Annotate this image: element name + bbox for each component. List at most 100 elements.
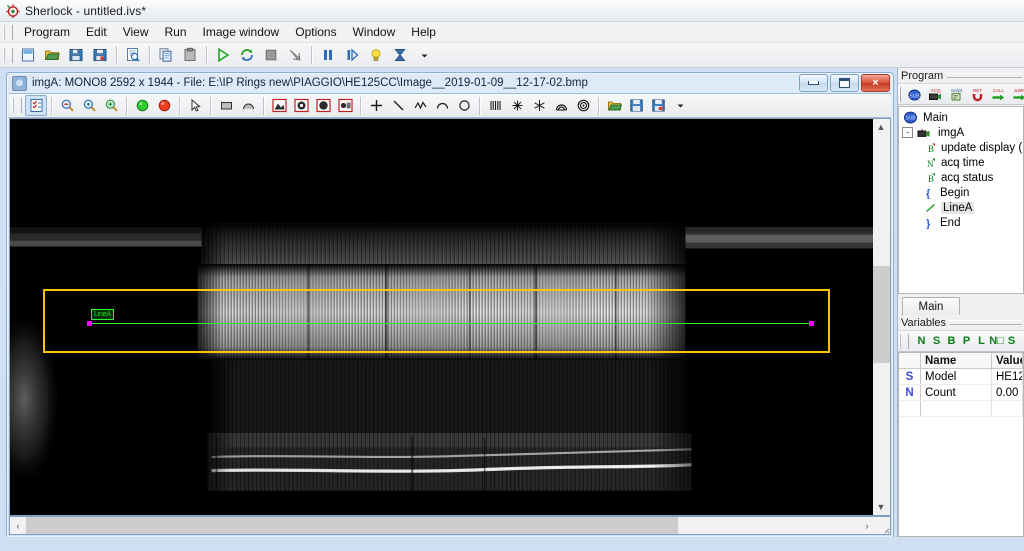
toolbar-dropdown-arrow[interactable] xyxy=(412,44,436,67)
line-a-start-handle[interactable] xyxy=(87,321,92,326)
pointer-select-icon[interactable] xyxy=(184,95,206,116)
script-icon[interactable]: Script xyxy=(946,84,967,104)
circle-tool-icon[interactable] xyxy=(453,95,475,116)
pause-icon[interactable] xyxy=(316,44,340,67)
variables-toolbar-grip[interactable] xyxy=(899,334,909,349)
tree-node-main[interactable]: SUB Main xyxy=(899,110,1023,125)
add-line-variable-button[interactable]: L xyxy=(974,335,989,347)
horizontal-scroll-thumb[interactable] xyxy=(26,517,678,534)
canvas-vertical-scrollbar[interactable]: ▲ ▼ xyxy=(873,118,891,516)
add-string-variable-button[interactable]: S xyxy=(929,335,944,347)
close-button[interactable]: × xyxy=(861,74,890,92)
image-toolbar-grip[interactable] xyxy=(12,98,22,113)
roi-rectangle[interactable] xyxy=(43,289,830,353)
spoke-tool-icon[interactable] xyxy=(506,95,528,116)
rake-tool-icon[interactable] xyxy=(484,95,506,116)
print-preview-icon[interactable] xyxy=(121,44,145,67)
tree-node-linea[interactable]: LineA xyxy=(899,200,1023,215)
concentric-circle-tool-icon[interactable] xyxy=(572,95,594,116)
row-name-cell[interactable] xyxy=(921,401,992,416)
rectangle-roi-icon[interactable] xyxy=(215,95,237,116)
green-status-icon[interactable] xyxy=(131,95,153,116)
menu-view[interactable]: View xyxy=(115,23,157,41)
line-tool-icon[interactable] xyxy=(387,95,409,116)
zoom-actual-icon[interactable] xyxy=(78,95,100,116)
red-status-icon[interactable] xyxy=(153,95,175,116)
zoom-in-icon[interactable] xyxy=(100,95,122,116)
line-a-end-handle[interactable] xyxy=(809,321,814,326)
subroutine-icon[interactable]: SUB xyxy=(904,84,925,104)
run-icon[interactable] xyxy=(211,44,235,67)
menu-image-window[interactable]: Image window xyxy=(195,23,288,41)
tree-node-imga[interactable]: - A imgA xyxy=(899,125,1023,140)
vertical-scroll-track[interactable] xyxy=(873,135,890,499)
tree-node-acq-status[interactable]: B acq status xyxy=(899,170,1023,185)
variables-grid[interactable]: Name Value S Model HE125 N Count 0.00 xyxy=(898,352,1024,537)
scroll-left-arrow[interactable]: ‹ xyxy=(10,517,26,534)
polyline-tool-icon[interactable] xyxy=(409,95,431,116)
image-toolbar-dropdown-arrow[interactable] xyxy=(669,95,691,116)
canvas-horizontal-scrollbar[interactable]: ‹ › xyxy=(9,516,891,535)
open-program-icon[interactable] xyxy=(40,44,64,67)
menu-help[interactable]: Help xyxy=(403,23,444,41)
save-image-as-icon[interactable] xyxy=(647,95,669,116)
toolbar-drag-grip[interactable] xyxy=(3,48,13,63)
arc-roi-icon[interactable] xyxy=(237,95,259,116)
ellipse-filled-roi-icon[interactable] xyxy=(312,95,334,116)
menu-options[interactable]: Options xyxy=(287,23,344,41)
resize-grip[interactable] xyxy=(875,517,890,534)
abort-icon[interactable] xyxy=(283,44,307,67)
add-numeric-array-button[interactable]: N□ xyxy=(989,335,1004,347)
row-value-cell[interactable]: HE125 xyxy=(992,369,1023,384)
menu-drag-grip[interactable] xyxy=(3,25,13,40)
save-program-icon[interactable] xyxy=(64,44,88,67)
return-icon[interactable]: RET xyxy=(967,84,988,104)
scroll-down-arrow[interactable]: ▼ xyxy=(873,499,889,515)
vertical-scroll-thumb[interactable] xyxy=(873,266,890,363)
minimize-button[interactable] xyxy=(799,74,828,92)
row-name-cell[interactable]: Count xyxy=(921,385,992,400)
save-as-icon[interactable] xyxy=(88,44,112,67)
arc-tool-icon[interactable] xyxy=(431,95,453,116)
add-point-variable-button[interactable]: P xyxy=(959,335,974,347)
row-name-cell[interactable]: Model xyxy=(921,369,992,384)
load-image-icon[interactable] xyxy=(603,95,625,116)
scroll-right-arrow[interactable]: › xyxy=(859,517,875,534)
point-tool-icon[interactable] xyxy=(365,95,387,116)
copy-icon[interactable] xyxy=(154,44,178,67)
table-row[interactable]: S Model HE125 xyxy=(899,369,1023,385)
menu-window[interactable]: Window xyxy=(345,23,404,41)
call-icon[interactable]: CALL xyxy=(988,84,1009,104)
donut-roi-icon[interactable] xyxy=(290,95,312,116)
horizontal-scroll-track[interactable] xyxy=(26,517,859,534)
step-icon[interactable] xyxy=(340,44,364,67)
concentric-arc-tool-icon[interactable] xyxy=(550,95,572,116)
acquire-icon[interactable]: ACQ xyxy=(925,84,946,104)
new-program-icon[interactable] xyxy=(16,44,40,67)
properties-checklist-icon[interactable] xyxy=(25,95,47,116)
tree-node-acq-time[interactable]: N acq time xyxy=(899,155,1023,170)
star-tool-icon[interactable] xyxy=(528,95,550,116)
menu-program[interactable]: Program xyxy=(16,23,78,41)
tree-node-update-display[interactable]: B update display ( xyxy=(899,140,1023,155)
program-toolbar-grip[interactable] xyxy=(899,87,901,102)
paste-icon[interactable] xyxy=(178,44,202,67)
save-image-icon[interactable] xyxy=(625,95,647,116)
add-numeric-variable-button[interactable]: N xyxy=(914,335,929,347)
stop-icon[interactable] xyxy=(259,44,283,67)
tree-node-end[interactable]: } End xyxy=(899,215,1023,230)
table-row[interactable]: N Count 0.00 xyxy=(899,385,1023,401)
program-tree[interactable]: SUB Main - A imgA xyxy=(898,106,1024,294)
polygon-roi-icon[interactable] xyxy=(268,95,290,116)
menu-run[interactable]: Run xyxy=(157,23,195,41)
jump-icon[interactable]: JUMP xyxy=(1009,84,1024,104)
add-boolean-variable-button[interactable]: B xyxy=(944,335,959,347)
image-canvas[interactable]: LineA xyxy=(9,118,873,516)
scroll-up-arrow[interactable]: ▲ xyxy=(873,119,889,135)
tree-expander-imga[interactable]: - xyxy=(902,127,913,138)
row-value-cell[interactable] xyxy=(992,401,1023,416)
image-window-titlebar[interactable]: imgA: MONO8 2592 x 1944 - File: E:\IP Ri… xyxy=(7,73,893,93)
add-string-array-button[interactable]: S xyxy=(1004,335,1019,347)
region-list-icon[interactable] xyxy=(334,95,356,116)
tab-main[interactable]: Main xyxy=(902,297,960,315)
